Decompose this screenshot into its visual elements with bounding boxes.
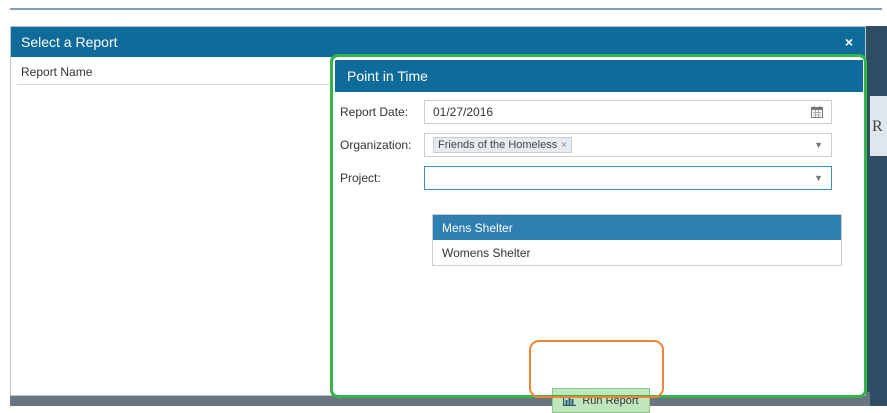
bar-chart-icon [563, 395, 577, 406]
report-name-column-header[interactable]: Report Name [17, 57, 330, 85]
close-icon[interactable]: × [845, 34, 853, 50]
background-glyph: R [872, 118, 883, 135]
report-panel-title: Point in Time [335, 60, 863, 92]
organization-tag: Friends of the Homeless × [433, 137, 573, 153]
report-date-label: Report Date: [340, 105, 409, 119]
report-date-value: 01/27/2016 [433, 105, 494, 119]
organization-row: Organization: Friends of the Homeless × … [340, 133, 832, 157]
report-date-field[interactable]: 01/27/2016 [424, 100, 832, 124]
calendar-icon[interactable] [811, 106, 823, 118]
project-option-womens-shelter[interactable]: Womens Shelter [433, 240, 841, 265]
project-label: Project: [340, 171, 381, 185]
report-list-panel: Report Name [17, 57, 331, 391]
project-dropdown: Mens Shelter Womens Shelter [432, 214, 842, 266]
project-select[interactable]: ▼ [424, 166, 832, 190]
organization-tag-label: Friends of the Homeless [438, 139, 558, 151]
modal-title: Select a Report [21, 34, 118, 50]
chevron-down-icon[interactable]: ▼ [814, 140, 823, 150]
chevron-down-icon[interactable]: ▼ [814, 173, 823, 183]
background-top-border [10, 8, 882, 10]
background-page-right [866, 26, 887, 406]
remove-tag-icon[interactable]: × [561, 140, 567, 151]
modal-header: Select a Report × [11, 27, 865, 57]
organization-select[interactable]: Friends of the Homeless × ▼ [424, 133, 832, 157]
report-date-row: Report Date: 01/27/2016 [340, 100, 832, 124]
organization-label: Organization: [340, 138, 412, 152]
run-report-label: Run Report [582, 394, 639, 407]
select-report-modal: Select a Report × Report Name Point in T… [10, 26, 867, 413]
project-row: Project: ▼ [340, 166, 832, 190]
report-parameters-panel: Point in Time Report Date: 01/27/2016 Or… [332, 56, 867, 413]
project-option-mens-shelter[interactable]: Mens Shelter [433, 215, 841, 240]
run-report-button[interactable]: Run Report [552, 388, 650, 413]
